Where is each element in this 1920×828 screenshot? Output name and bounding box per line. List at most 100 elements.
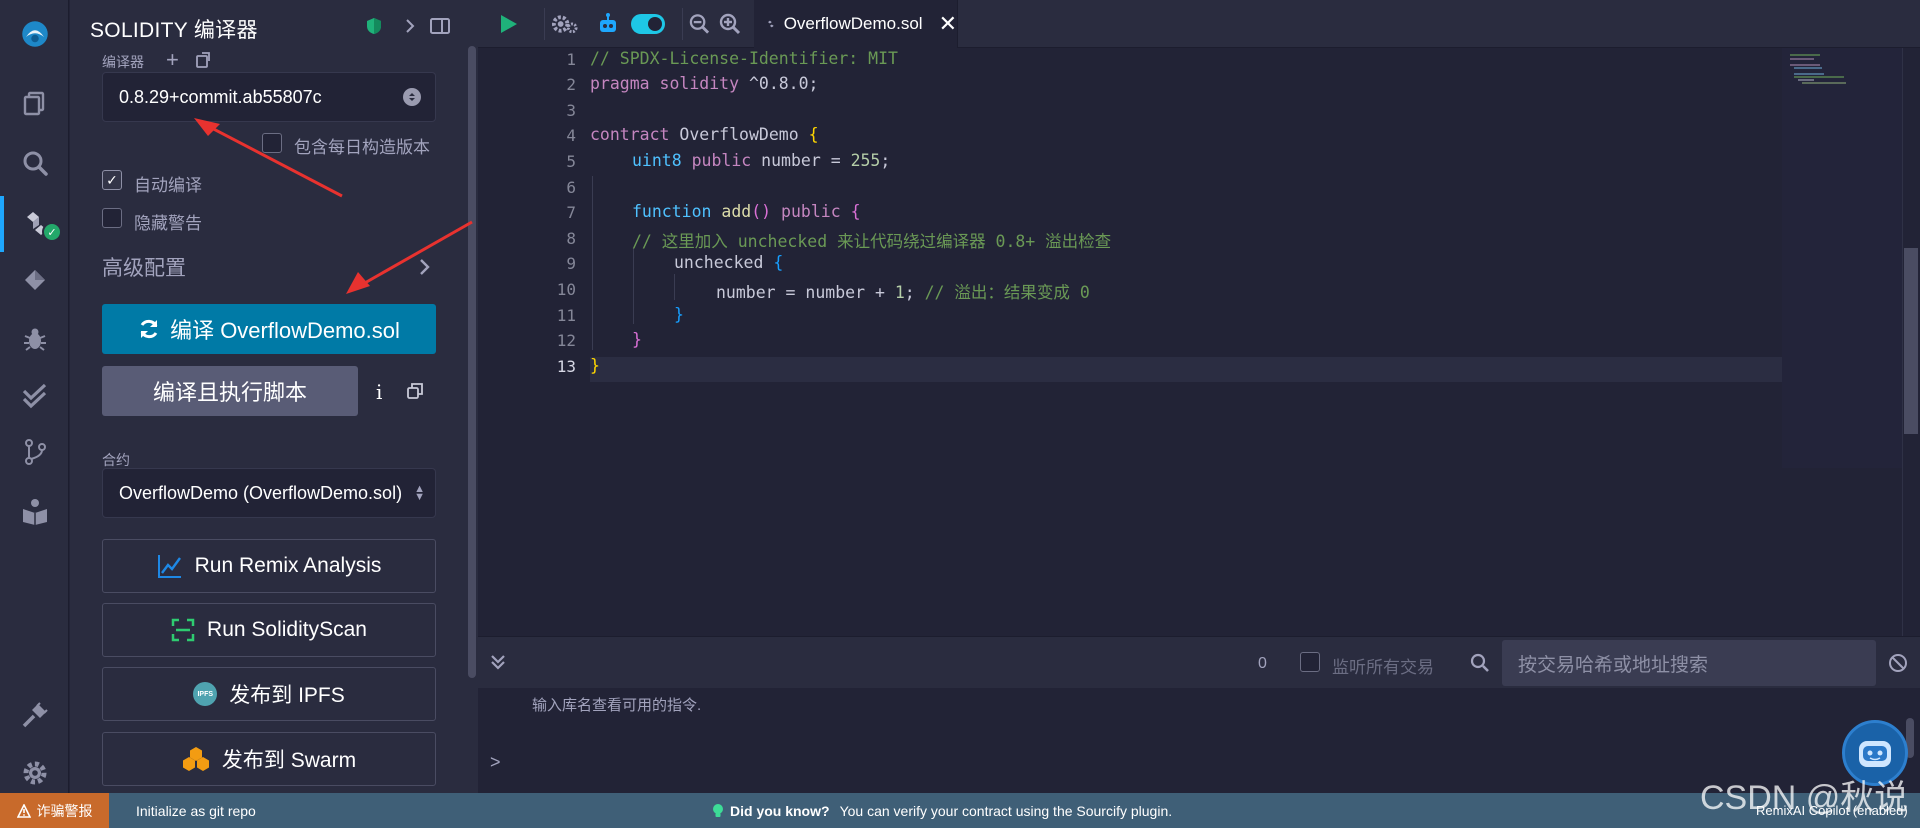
file-explorer-icon[interactable] bbox=[0, 78, 69, 128]
tab-label: OverflowDemo.sol bbox=[783, 14, 923, 33]
tab-overflowdemo[interactable]: OverflowDemo.sol ✕ bbox=[754, 0, 958, 48]
debugger-icon[interactable] bbox=[0, 314, 69, 364]
advanced-config-toggle[interactable]: 高级配置 bbox=[102, 252, 186, 282]
publish-swarm-label: 发布到 Swarm bbox=[221, 749, 357, 772]
lightbulb-icon bbox=[713, 803, 723, 817]
line-number: 13 bbox=[556, 357, 576, 376]
compiler-settings-icon[interactable] bbox=[544, 8, 578, 40]
annotation-arrow-icon bbox=[194, 118, 343, 198]
publish-ipfs-label: 发布到 IPFS bbox=[229, 684, 345, 707]
close-tab-icon[interactable]: ✕ bbox=[939, 11, 957, 37]
listen-all-checkbox[interactable] bbox=[1300, 652, 1320, 672]
deploy-run-icon[interactable] bbox=[0, 255, 69, 305]
plugin-manager-icon[interactable] bbox=[0, 690, 69, 740]
did-you-know: Did you know? You can verify your contra… bbox=[712, 793, 1172, 828]
did-you-know-label: Did you know? bbox=[730, 802, 830, 819]
search-icon[interactable] bbox=[0, 138, 69, 188]
solidity-compiler-icon[interactable]: ✓ bbox=[0, 196, 69, 252]
zoom-in-icon[interactable] bbox=[716, 8, 744, 40]
chevrons-down-icon[interactable] bbox=[490, 653, 506, 676]
ai-robot-icon[interactable] bbox=[592, 8, 624, 40]
select-updown-icon bbox=[403, 88, 421, 106]
solidity-scan-button[interactable]: Run SolidityScan bbox=[102, 603, 436, 657]
terminal-prompt[interactable]: > bbox=[490, 752, 501, 773]
scam-alert-label: 诈骗警报 bbox=[36, 802, 93, 819]
solidity-scan-label: Run SolidityScan bbox=[207, 618, 367, 641]
line-number: 5 bbox=[566, 152, 576, 171]
unit-testing-icon[interactable] bbox=[0, 372, 69, 422]
contract-value: OverflowDemo (OverflowDemo.sol) bbox=[119, 482, 403, 503]
status-bar: 诈骗警报 Initialize as git repo Did you know… bbox=[0, 793, 1920, 828]
csdn-watermark: CSDN @秋说 bbox=[1700, 779, 1909, 817]
zoom-out-icon[interactable] bbox=[682, 8, 710, 40]
clear-terminal-icon[interactable] bbox=[1888, 653, 1908, 678]
terminal-hint: 输入库名查看可用的指令. bbox=[532, 697, 702, 714]
swarm-icon bbox=[182, 747, 209, 771]
line-number: 12 bbox=[556, 331, 576, 350]
warning-icon bbox=[16, 803, 31, 818]
hide-warnings-label: 隐藏警告 bbox=[134, 214, 202, 233]
line-number: 7 bbox=[566, 203, 576, 222]
panel-scrollbar[interactable] bbox=[468, 46, 476, 678]
solidity-file-icon bbox=[768, 20, 774, 28]
line-number: 11 bbox=[556, 306, 576, 325]
compile-button[interactable]: 编译 OverflowDemo.sol bbox=[102, 304, 436, 354]
line-number-gutter: 1 2 3 4 5 6 7 8 9 10 11 12 13 bbox=[478, 48, 590, 636]
run-play-icon[interactable] bbox=[494, 8, 524, 40]
settings-gear-icon[interactable] bbox=[0, 748, 69, 798]
ipfs-icon: IPFS bbox=[193, 682, 218, 706]
panel-title: SOLIDITY 编译器 bbox=[90, 19, 258, 42]
tx-search-input[interactable]: 按交易哈希或地址搜索 bbox=[1502, 640, 1876, 686]
line-number: 2 bbox=[566, 75, 576, 94]
chevron-right-icon[interactable] bbox=[398, 14, 422, 38]
search-icon[interactable] bbox=[1470, 653, 1490, 678]
shield-icon[interactable] bbox=[362, 14, 386, 38]
line-number: 6 bbox=[566, 178, 576, 197]
panel-layout-icon[interactable] bbox=[428, 14, 452, 38]
remix-analysis-button[interactable]: Run Remix Analysis bbox=[102, 539, 436, 593]
contract-label: 合约 bbox=[102, 452, 130, 468]
learneth-icon[interactable] bbox=[0, 486, 69, 536]
compile-run-script-button[interactable]: 编译且执行脚本 bbox=[102, 366, 358, 416]
hide-warnings-checkbox[interactable] bbox=[102, 208, 122, 228]
code-minimap[interactable] bbox=[1782, 48, 1902, 468]
remix-logo-icon[interactable] bbox=[0, 6, 69, 62]
line-number: 1 bbox=[566, 50, 576, 69]
publish-swarm-button[interactable]: 发布到 Swarm bbox=[102, 732, 436, 786]
compile-button-label: 编译 OverflowDemo.sol bbox=[170, 318, 400, 343]
code-line: } bbox=[590, 356, 600, 375]
git-icon[interactable] bbox=[0, 427, 69, 477]
compiler-label: 编译器 bbox=[102, 54, 144, 70]
code-line: contract OverflowDemo { bbox=[590, 125, 819, 144]
remix-analysis-label: Run Remix Analysis bbox=[194, 554, 382, 577]
icon-rail: ✓ bbox=[0, 0, 69, 793]
custom-compiler-icon[interactable] bbox=[194, 51, 212, 74]
annotation-arrow-icon bbox=[346, 220, 473, 294]
editor-toolbar: OverflowDemo.sol ✕ bbox=[478, 0, 1920, 48]
refresh-icon bbox=[140, 319, 158, 339]
publish-ipfs-button[interactable]: IPFS 发布到 IPFS bbox=[102, 667, 436, 721]
editor-scroll-thumb[interactable] bbox=[1904, 248, 1918, 434]
code-editor[interactable]: 1 2 3 4 5 6 7 8 9 10 11 12 13 // SPDX-Li… bbox=[478, 48, 1920, 636]
ai-toggle-switch[interactable] bbox=[628, 8, 668, 40]
tx-count: 0 bbox=[1258, 655, 1267, 672]
scam-alert-button[interactable]: 诈骗警报 bbox=[0, 793, 109, 828]
code-line: unchecked { bbox=[674, 253, 784, 272]
compiled-success-icon: ✓ bbox=[42, 222, 62, 242]
git-init-link[interactable]: Initialize as git repo bbox=[136, 793, 256, 828]
code-line: // 这里加入 unchecked 来让代码绕过编译器 0.8+ 溢出检查 bbox=[632, 232, 1112, 251]
info-icon[interactable]: i bbox=[376, 380, 382, 404]
auto-compile-checkbox[interactable]: ✓ bbox=[102, 170, 122, 190]
remix-ide: ✓ SOLIDITY 编译器 编译器 + 0.8.29+commit.ab558… bbox=[0, 0, 1920, 828]
add-compiler-icon[interactable]: + bbox=[166, 49, 179, 71]
code-line: number = number + 1; // 溢出：结果变成 0 bbox=[716, 283, 1090, 302]
line-number: 9 bbox=[566, 254, 576, 273]
code-line: } bbox=[632, 330, 642, 349]
contract-select[interactable]: OverflowDemo (OverflowDemo.sol) ▲ ▼ bbox=[102, 468, 436, 518]
listen-all-label: 监听所有交易 bbox=[1332, 658, 1434, 677]
copy-icon[interactable] bbox=[406, 382, 424, 405]
compiler-panel: SOLIDITY 编译器 编译器 + 0.8.29+commit.ab55807… bbox=[70, 0, 478, 793]
code-line: pragma solidity ^0.8.0; bbox=[590, 74, 819, 93]
current-line-highlight bbox=[590, 357, 1782, 382]
code-line: uint8 public number = 255; bbox=[632, 151, 891, 170]
